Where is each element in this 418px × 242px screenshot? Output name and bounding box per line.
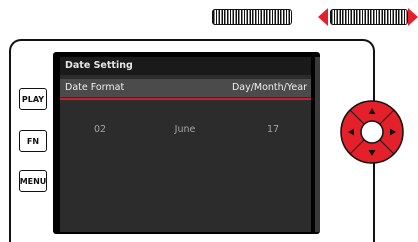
- menu-button[interactable]: MENU: [19, 170, 47, 192]
- date-format-row[interactable]: Date Format Day/Month/Year: [60, 79, 311, 97]
- dpad-center-button[interactable]: [362, 122, 382, 142]
- thumbwheel-right[interactable]: [330, 9, 408, 25]
- date-month-field[interactable]: June: [155, 124, 215, 135]
- dpad-down-button[interactable]: [362, 143, 382, 163]
- scroll-right-arrow-icon: [408, 8, 418, 26]
- lcd-screen: Date Setting Date Format Day/Month/Year …: [60, 57, 311, 232]
- dpad-up-button[interactable]: [362, 101, 382, 121]
- play-button[interactable]: PLAY: [19, 88, 47, 110]
- date-day-field[interactable]: 02: [70, 124, 130, 135]
- dpad-right-button[interactable]: [383, 122, 403, 142]
- thumbwheel-left[interactable]: [212, 9, 292, 25]
- date-format-label: Date Format: [65, 82, 125, 93]
- scroll-left-arrow-icon: [318, 8, 328, 26]
- dpad-left-button[interactable]: [341, 122, 361, 142]
- date-year-field[interactable]: 17: [243, 124, 303, 135]
- scrollbar: [315, 57, 320, 232]
- date-format-value: Day/Month/Year: [231, 82, 307, 93]
- directional-pad: [339, 99, 405, 165]
- fn-button[interactable]: FN: [19, 130, 47, 152]
- page-title: Date Setting: [60, 57, 311, 75]
- selection-divider: [60, 98, 311, 100]
